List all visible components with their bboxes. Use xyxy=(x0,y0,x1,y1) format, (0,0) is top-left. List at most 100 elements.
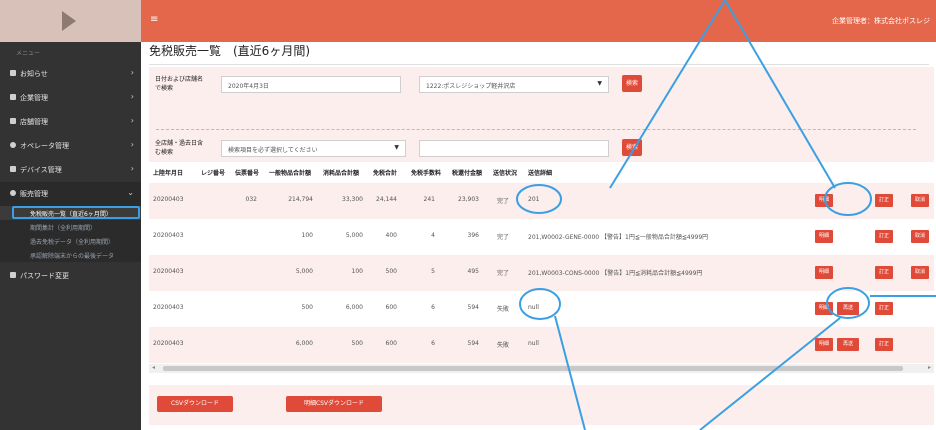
divider xyxy=(156,129,916,130)
sidebar-item-device[interactable]: デバイス管理 › xyxy=(0,158,141,182)
cell-detail: 201,W0002-GENE-0000 【警告】1円≦一般物品合計額≦4999円 xyxy=(528,234,709,241)
cancel-button[interactable]: 取消 xyxy=(911,194,929,207)
detail-button[interactable]: 明細 xyxy=(815,302,833,315)
resend-button[interactable]: 再送 xyxy=(837,302,859,315)
store-select[interactable]: 1222:ポスレジショップ軽井沢店 ▼ xyxy=(419,76,609,93)
cell-taxfree: 600 xyxy=(385,340,397,347)
correct-button[interactable]: 訂正 xyxy=(875,266,893,279)
sidebar-item-operator[interactable]: オペレータ管理 › xyxy=(0,134,141,158)
cell-taxfree: 500 xyxy=(385,268,397,275)
search-button[interactable]: 検索 xyxy=(622,75,642,92)
detail-button[interactable]: 明細 xyxy=(815,194,833,207)
cell-refund: 23,903 xyxy=(458,196,479,203)
cancel-button[interactable]: 取消 xyxy=(911,230,929,243)
sidebar-item-company[interactable]: 企業管理 › xyxy=(0,86,141,110)
cell-fee: 241 xyxy=(423,196,435,203)
cell-refund: 495 xyxy=(467,268,479,275)
store-icon xyxy=(10,118,16,124)
scroll-thumb[interactable] xyxy=(163,366,903,371)
cell-general: 100 xyxy=(301,232,313,239)
sidebar-subitem-period-total[interactable]: 期間集計（全利用期間） xyxy=(0,220,141,234)
cell-status: 失敗 xyxy=(497,306,510,313)
chevron-right-icon: › xyxy=(130,68,134,77)
scroll-left-icon[interactable]: ◂ xyxy=(152,364,155,371)
store-select-value: 1222:ポスレジショップ軽井沢店 xyxy=(426,83,516,90)
cell-status: 失敗 xyxy=(497,342,510,349)
search-item-select[interactable]: 検索項目を必ず選択してください ▼ xyxy=(221,140,406,157)
search-all-stores-label: 全店舗・過去日含む検索 xyxy=(155,140,204,156)
cell-consumable: 33,300 xyxy=(342,196,363,203)
cell-consumable: 6,000 xyxy=(345,304,363,311)
sidebar-item-sales[interactable]: 販売管理 ⌄ xyxy=(0,182,141,206)
horizontal-scrollbar[interactable]: ◂ ▸ xyxy=(149,364,934,373)
hamburger-icon[interactable]: ≡ xyxy=(150,15,158,25)
divider xyxy=(149,64,929,65)
cancel-button[interactable]: 取消 xyxy=(911,266,929,279)
cell-consumable: 500 xyxy=(351,340,363,347)
sidebar-item-password[interactable]: パスワード変更 xyxy=(0,264,141,288)
sidebar-subitem-past-data[interactable]: 過去免税データ（全利用期間） xyxy=(0,234,141,248)
date-input[interactable]: 2020年4月3日 xyxy=(221,76,401,93)
cell-general: 5,000 xyxy=(295,268,313,275)
cell-fee: 6 xyxy=(431,340,435,347)
chevron-right-icon: › xyxy=(130,116,134,125)
cell-consumable: 100 xyxy=(351,268,363,275)
cell-slip: 032 xyxy=(245,196,257,203)
correct-button[interactable]: 訂正 xyxy=(875,302,893,315)
cell-refund: 594 xyxy=(467,340,479,347)
search-item-placeholder: 検索項目を必ず選択してください xyxy=(228,147,318,154)
sidebar-item-label: パスワード変更 xyxy=(20,272,69,280)
megaphone-icon xyxy=(10,70,16,76)
cell-date: 20200403 xyxy=(153,232,184,239)
menu-caption: メニュー xyxy=(16,50,41,57)
column-header: 送信詳細 xyxy=(528,170,553,177)
lock-icon xyxy=(10,272,16,278)
cell-general: 214,794 xyxy=(288,196,313,203)
gear-icon xyxy=(10,142,16,148)
column-header: 税還付金額 xyxy=(452,170,483,177)
sidebar-subitem-label: 期間集計（全利用期間） xyxy=(30,225,97,232)
cell-status: 完了 xyxy=(497,234,510,241)
correct-button[interactable]: 訂正 xyxy=(875,338,893,351)
cell-detail: null xyxy=(528,304,539,311)
table-row: 20200403 100 5,000 400 4 396 完了 201,W0002-GENE-… xyxy=(149,219,934,255)
resend-button[interactable]: 再送 xyxy=(837,338,859,351)
sidebar-item-label: お知らせ xyxy=(20,70,48,78)
sidebar-subitem-label: 過去免税データ（全利用期間） xyxy=(30,239,115,246)
column-header: 伝票番号 xyxy=(235,170,260,177)
logo[interactable] xyxy=(0,0,141,42)
sidebar-item-news[interactable]: お知らせ › xyxy=(0,62,141,86)
main-content: 免税販売一覧 (直近6ヶ月間) 日付および店舗名で検索 2020年4月3日 12… xyxy=(141,42,936,430)
search-all-button[interactable]: 検索 xyxy=(622,139,642,156)
detail-csv-download-button[interactable]: 明細CSVダウンロード xyxy=(286,396,382,412)
sidebar-subitem-deauthorized[interactable]: 承認解除端末からの最後データ xyxy=(0,248,141,262)
scroll-right-icon[interactable]: ▸ xyxy=(928,364,931,371)
sidebar-item-label: デバイス管理 xyxy=(20,166,62,174)
detail-button[interactable]: 明細 xyxy=(815,338,833,351)
correct-button[interactable]: 訂正 xyxy=(875,194,893,207)
column-header: 一般物品合計額 xyxy=(269,170,312,177)
sidebar-item-label: オペレータ管理 xyxy=(20,142,69,150)
cell-detail: null xyxy=(528,340,539,347)
chevron-right-icon: › xyxy=(130,164,134,173)
cell-date: 20200403 xyxy=(153,340,184,347)
cell-consumable: 5,000 xyxy=(345,232,363,239)
table-header: 上陸年月日 レジ番号 伝票番号 一般物品合計額 消耗品合計額 免税合計 免税手数… xyxy=(149,162,934,183)
column-header: 消耗品合計額 xyxy=(323,170,360,177)
correct-button[interactable]: 訂正 xyxy=(875,230,893,243)
company-user-label: 企業管理者：株式会社ポスレジ xyxy=(832,17,930,25)
table-row: 20200403 6,000 500 600 6 594 失敗 null 明細 再送 訂正 xyxy=(149,327,934,363)
cell-fee: 4 xyxy=(431,232,435,239)
cell-status: 完了 xyxy=(497,198,510,205)
cell-refund: 396 xyxy=(467,232,479,239)
cell-date: 20200403 xyxy=(153,304,184,311)
detail-button[interactable]: 明細 xyxy=(815,230,833,243)
detail-button[interactable]: 明細 xyxy=(815,266,833,279)
sidebar-item-store[interactable]: 店舗管理 › xyxy=(0,110,141,134)
chevron-right-icon: › xyxy=(130,140,134,149)
csv-download-button[interactable]: CSVダウンロード xyxy=(157,396,233,412)
page-title: 免税販売一覧 (直近6ヶ月間) xyxy=(149,44,310,58)
sidebar: メニュー お知らせ › 企業管理 › 店舗管理 › オペレータ管理 › デバイス… xyxy=(0,42,141,430)
cell-detail: 201,W0003-CONS-0000 【警告】1円≦消耗品合計額≦4999円 xyxy=(528,270,703,277)
search-keyword-input[interactable] xyxy=(419,140,609,157)
